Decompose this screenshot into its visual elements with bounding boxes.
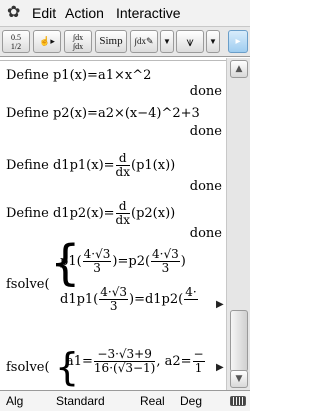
menu-action[interactable]: Action bbox=[65, 5, 104, 21]
done-label: done bbox=[189, 179, 222, 194]
scroll-right-arrow-icon[interactable]: ▶ bbox=[216, 362, 224, 373]
simp-button[interactable]: Simp bbox=[95, 30, 127, 53]
fsolve-label[interactable]: fsolve( bbox=[6, 277, 50, 293]
battery-icon bbox=[230, 396, 246, 406]
gear-icon[interactable]: ✿ bbox=[7, 3, 20, 23]
toolbar: 0.5 1/2 ☝▸ ∫dx ∫dx Simp ∫dx✎ ▼ ⩛ ▼ ▸ bbox=[0, 27, 250, 57]
scroll-right-arrow-icon[interactable]: ▶ bbox=[216, 299, 224, 310]
derivative-fraction: d dx bbox=[115, 199, 130, 227]
fsolve-equation-1[interactable]: p1(4·√3 3)=p2(4·√3 3) bbox=[60, 248, 186, 275]
define-suffix: (p2(x)) bbox=[131, 206, 176, 221]
chevron-down-icon[interactable]: ▼ bbox=[206, 30, 220, 53]
integral-pen-icon[interactable]: ∫dx✎ bbox=[130, 30, 158, 53]
fsolve-equation-2[interactable]: d1p1(4·√3 3)=d1p2(4· bbox=[60, 286, 199, 313]
integral-icon[interactable]: ∫dx ∫dx bbox=[64, 30, 92, 53]
chevron-down-icon[interactable]: ▼ bbox=[160, 30, 174, 53]
derivative-fraction: d dx bbox=[115, 151, 130, 179]
status-number[interactable]: Real bbox=[140, 394, 165, 409]
toolbar-next-icon[interactable]: ▸ bbox=[228, 30, 248, 53]
status-format[interactable]: Standard bbox=[56, 394, 105, 409]
status-angle[interactable]: Deg bbox=[180, 394, 202, 409]
status-bar: Alg Standard Real Deg bbox=[0, 390, 250, 411]
hand-cursor-icon[interactable]: ☝▸ bbox=[33, 30, 61, 53]
menu-interactive[interactable]: Interactive bbox=[116, 5, 181, 21]
top-divider bbox=[0, 60, 226, 61]
line-define-p2[interactable]: Define p2(x)=a2×(x−4)^2+3 bbox=[6, 106, 200, 122]
done-label: done bbox=[189, 124, 222, 139]
menu-bar: ✿ Edit Action Interactive bbox=[0, 0, 250, 27]
scroll-up-icon[interactable]: ▲ bbox=[230, 60, 248, 78]
fsolve-result[interactable]: a1= −3·√3+9 16·(√3−1), a2= −1 bbox=[66, 348, 206, 375]
menu-edit[interactable]: Edit bbox=[32, 5, 56, 21]
graph-icon[interactable]: ⩛ bbox=[176, 30, 204, 53]
define-suffix: (p1(x)) bbox=[131, 158, 176, 173]
scroll-thumb[interactable] bbox=[230, 310, 248, 372]
done-label: done bbox=[189, 84, 222, 99]
status-mode[interactable]: Alg bbox=[6, 394, 23, 409]
define-text: Define d1p1(x)= bbox=[6, 158, 115, 173]
define-text: Define d1p2(x)= bbox=[6, 206, 115, 221]
main-work-area[interactable]: Define p1(x)=a1×x^2 done Define p2(x)=a2… bbox=[0, 58, 226, 390]
done-label: done bbox=[189, 226, 222, 241]
scroll-down-icon[interactable]: ▼ bbox=[230, 370, 248, 388]
fraction-decimal-toggle-button[interactable]: 0.5 1/2 bbox=[2, 30, 30, 53]
line-define-d1p2[interactable]: Define d1p2(x)= d dx (p2(x)) bbox=[6, 200, 175, 227]
line-define-p1[interactable]: Define p1(x)=a1×x^2 bbox=[6, 68, 151, 84]
vertical-scrollbar[interactable]: ▲ ▼ bbox=[226, 58, 250, 390]
line-define-d1p1[interactable]: Define d1p1(x)= d dx (p1(x)) bbox=[6, 152, 175, 179]
fsolve-result-label[interactable]: fsolve( bbox=[6, 360, 50, 376]
